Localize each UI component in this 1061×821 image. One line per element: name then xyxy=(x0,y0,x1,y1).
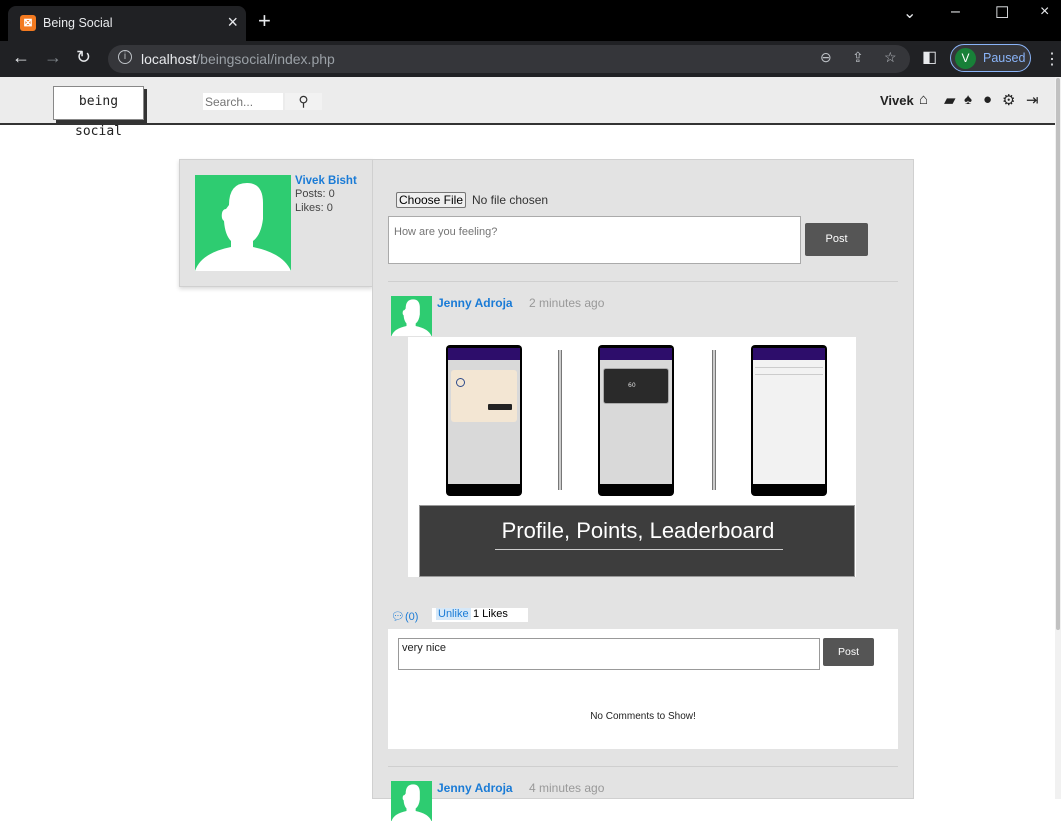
side-panel-icon[interactable]: ◧ xyxy=(922,47,937,67)
image-caption: Profile, Points, Leaderboard xyxy=(501,518,775,543)
new-tab-icon[interactable]: + xyxy=(258,8,271,34)
like-bar: Unlike 1 Likes xyxy=(432,608,528,622)
phone-screenshot-profile xyxy=(446,345,522,496)
post-author-name[interactable]: Jenny Adroja xyxy=(437,781,513,795)
site-logo[interactable]: being social xyxy=(53,86,144,139)
minimize-icon[interactable]: – xyxy=(951,3,960,21)
header-username[interactable]: Vivek xyxy=(880,93,914,108)
caption-underline xyxy=(495,549,783,550)
divider xyxy=(388,281,898,282)
profile-likes-count: Likes: 0 xyxy=(295,202,333,214)
scrollbar-thumb[interactable] xyxy=(1056,78,1060,630)
no-comments-text: No Comments to Show! xyxy=(590,711,696,722)
profile-avatar: V xyxy=(955,48,976,69)
phone-screenshot-points: 60 xyxy=(598,345,674,496)
person-silhouette-icon xyxy=(391,299,432,336)
separator-line xyxy=(712,350,716,490)
notifications-bell-icon[interactable]: ♠ xyxy=(964,91,972,108)
xampp-favicon-icon: ⊠ xyxy=(20,15,36,31)
reload-icon[interactable]: ↻ xyxy=(76,47,91,68)
url-host: localhost xyxy=(141,51,197,67)
profile-button[interactable]: V Paused xyxy=(950,44,1031,72)
tab-title: Being Social xyxy=(43,16,113,30)
user-icon[interactable]: ● xyxy=(983,91,992,108)
person-silhouette-icon xyxy=(391,784,432,821)
close-window-icon[interactable]: × xyxy=(1040,3,1049,21)
tab-search-icon[interactable]: ⌄ xyxy=(903,3,916,23)
settings-gear-icon[interactable]: ⚙ xyxy=(1002,91,1015,109)
post-author-avatar[interactable] xyxy=(391,296,432,336)
comment-count: (0) xyxy=(404,611,419,623)
forward-icon[interactable]: → xyxy=(44,47,62,68)
omnibox[interactable]: i localhost/beingsocial/index.php ⊖ ⇪ ☆ xyxy=(108,45,910,73)
home-icon[interactable]: ⌂ xyxy=(919,91,928,108)
comment-bubble-icon: 💬︎ xyxy=(391,611,405,623)
messages-icon[interactable]: ▰ xyxy=(944,91,956,109)
comments-toggle[interactable]: 💬︎(0) xyxy=(391,610,418,623)
comment-input[interactable]: very nice xyxy=(398,638,820,670)
person-silhouette-icon xyxy=(195,183,291,271)
maximize-icon[interactable]: ☐ xyxy=(995,3,1009,23)
divider xyxy=(388,766,898,767)
phone-screenshot-leaderboard xyxy=(751,345,827,496)
url-path: /beingsocial/index.php xyxy=(196,51,335,67)
search-icon[interactable]: ⚲ xyxy=(285,93,322,110)
close-tab-icon[interactable]: × xyxy=(227,12,238,33)
bookmark-star-icon[interactable]: ☆ xyxy=(884,49,897,66)
profile-avatar-image[interactable] xyxy=(195,175,291,271)
profile-posts-count: Posts: 0 xyxy=(295,188,335,200)
share-icon[interactable]: ⇪ xyxy=(852,49,864,66)
image-caption-band: Profile, Points, Leaderboard xyxy=(419,505,855,577)
choose-file-button[interactable]: Choose File xyxy=(396,192,466,208)
profile-name[interactable]: Vivek Bisht xyxy=(295,175,357,187)
site-info-icon[interactable]: i xyxy=(118,50,132,64)
no-file-text: No file chosen xyxy=(472,193,549,207)
unlike-button[interactable]: Unlike xyxy=(436,608,471,620)
post-image[interactable]: 60 Profile, Points, Leaderboard xyxy=(408,337,856,577)
comment-post-button[interactable]: Post xyxy=(823,638,874,666)
post-button[interactable]: Post xyxy=(805,223,868,256)
search-input[interactable] xyxy=(203,93,283,110)
status-input[interactable] xyxy=(388,216,801,264)
zoom-icon[interactable]: ⊖ xyxy=(820,49,832,66)
logout-icon[interactable]: ⇥ xyxy=(1026,91,1039,109)
likes-count: 1 Likes xyxy=(473,608,508,620)
separator-line xyxy=(558,350,562,490)
browser-tab-bar: ⊠ Being Social × + ⌄ – ☐ × xyxy=(0,0,1061,41)
post-author-name[interactable]: Jenny Adroja xyxy=(437,296,513,310)
profile-status: Paused xyxy=(983,51,1026,65)
browser-tab[interactable]: ⊠ Being Social × xyxy=(8,6,246,41)
back-icon[interactable]: ← xyxy=(12,47,30,68)
post-author-avatar[interactable] xyxy=(391,781,432,821)
browser-menu-icon[interactable]: ⋮ xyxy=(1044,49,1060,69)
post-timestamp: 4 minutes ago xyxy=(529,781,605,795)
address-bar: ← → ↻ i localhost/beingsocial/index.php … xyxy=(0,41,1061,77)
post-timestamp: 2 minutes ago xyxy=(529,296,605,310)
url-text[interactable]: localhost/beingsocial/index.php xyxy=(141,51,335,67)
